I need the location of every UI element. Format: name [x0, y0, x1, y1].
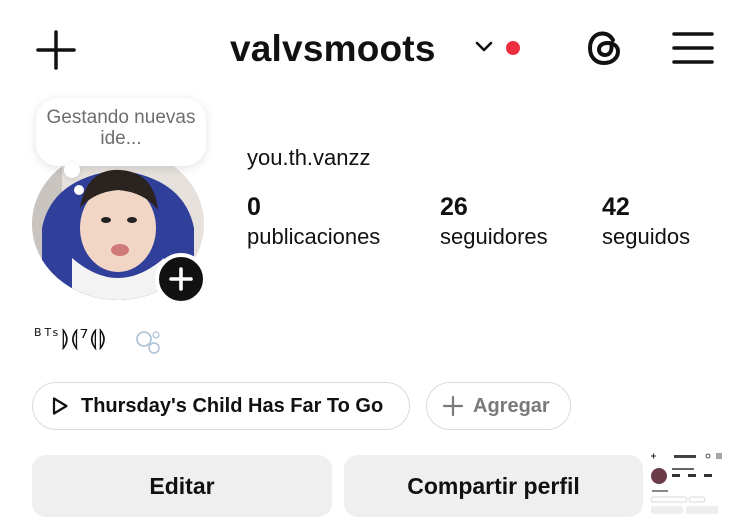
profile-note-text: Gestando nuevas ide...	[46, 107, 196, 149]
notification-dot	[506, 41, 520, 55]
note-bubble-tail-small	[74, 185, 84, 195]
stat-following-value: 42	[602, 193, 630, 221]
profile-music-pill[interactable]: Thursday's Child Has Far To Go	[32, 382, 410, 430]
edit-profile-button[interactable]: Editar	[32, 455, 332, 517]
plus-icon	[443, 396, 463, 416]
stat-followers-label: seguidores	[440, 224, 548, 249]
screenshot-preview-thumbnail[interactable]	[648, 450, 726, 520]
stat-following-label: seguidos	[602, 224, 691, 249]
chevron-down-icon[interactable]	[474, 40, 494, 54]
stat-posts-label: publicaciones	[247, 224, 381, 249]
add-story-button[interactable]	[155, 253, 207, 305]
stat-followers[interactable]: 26 seguidores	[440, 193, 548, 253]
add-link-label: Agregar	[473, 394, 550, 417]
stat-posts[interactable]: 0 publicaciones	[247, 193, 380, 253]
bio-large-text: ⟭⟬⁷⟬⟭	[61, 326, 108, 351]
plus-icon	[169, 267, 193, 291]
profile-bio: BTs⟭⟬⁷⟬⟭	[34, 326, 108, 351]
profile-display-name: you.th.vanzz	[247, 145, 371, 170]
note-bubble-tail	[64, 162, 80, 178]
create-plus-icon[interactable]	[36, 30, 76, 70]
profile-note-bubble[interactable]: Gestando nuevas ide...	[36, 98, 206, 166]
bio-small-text: BTs	[34, 326, 62, 339]
bubbles-emoji-icon	[136, 331, 160, 354]
share-profile-button[interactable]: Compartir perfil	[344, 455, 643, 517]
threads-icon[interactable]	[583, 26, 627, 70]
stat-posts-value: 0	[247, 193, 261, 221]
hamburger-menu-icon[interactable]	[672, 30, 714, 66]
add-link-button[interactable]: Agregar	[426, 382, 571, 430]
stat-following[interactable]: 42 seguidos	[602, 193, 690, 253]
play-icon	[52, 397, 68, 415]
account-username-title[interactable]: valvsmoots	[230, 26, 436, 72]
stat-followers-value: 26	[440, 193, 468, 221]
music-song-title: Thursday's Child Has Far To Go	[81, 394, 384, 417]
